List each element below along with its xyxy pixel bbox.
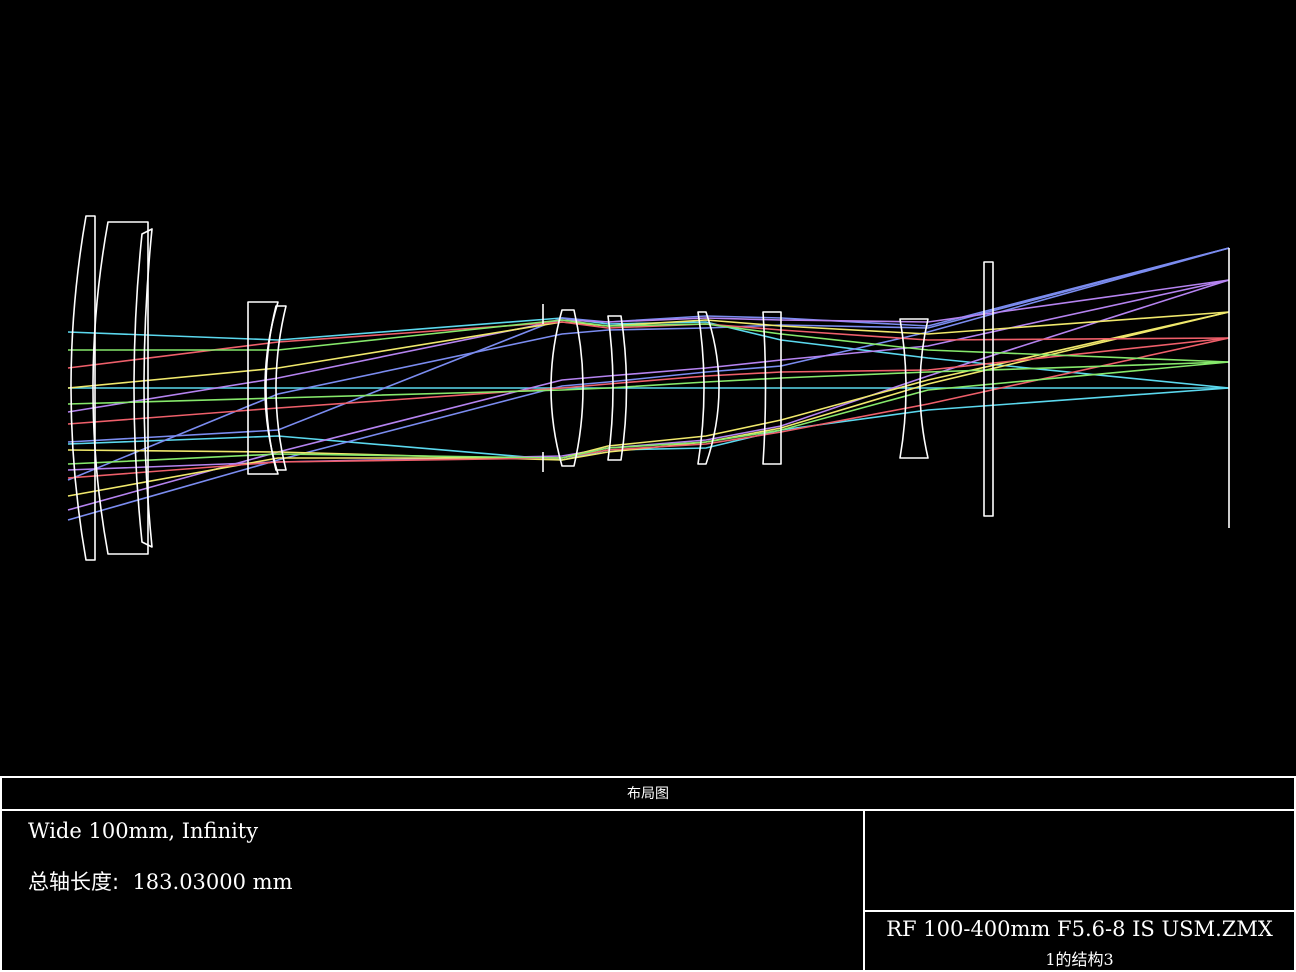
info-left-panel: Wide 100mm, Infinity 总轴长度: 183.03000 mm [2,811,865,970]
info-right-panel: RF 100-400mm F5.6-8 IS USM.ZMX 1的结构3 [865,811,1294,970]
filter-plate [983,261,994,517]
ray-fans [67,247,1230,521]
info-empty-cell [865,811,1294,912]
total-axial-length: 总轴长度: 183.03000 mm [28,866,293,896]
info-frame: 布局图 Wide 100mm, Infinity 总轴长度: 183.03000… [0,776,1296,972]
length-value: 183.03000 mm [132,870,293,894]
ray-trace-7 [67,279,1230,511]
ray-trace-5 [67,247,1230,443]
layout-diagram [0,0,1296,776]
configuration-label: 1的结构3 [1045,950,1114,969]
file-name: RF 100-400mm F5.6-8 IS USM.ZMX [886,917,1273,941]
lens-layout-svg [67,215,1230,561]
configuration-description: Wide 100mm, Infinity [28,819,259,843]
length-label: 总轴长度: [28,870,120,894]
frame-title: 布局图 [2,778,1294,811]
